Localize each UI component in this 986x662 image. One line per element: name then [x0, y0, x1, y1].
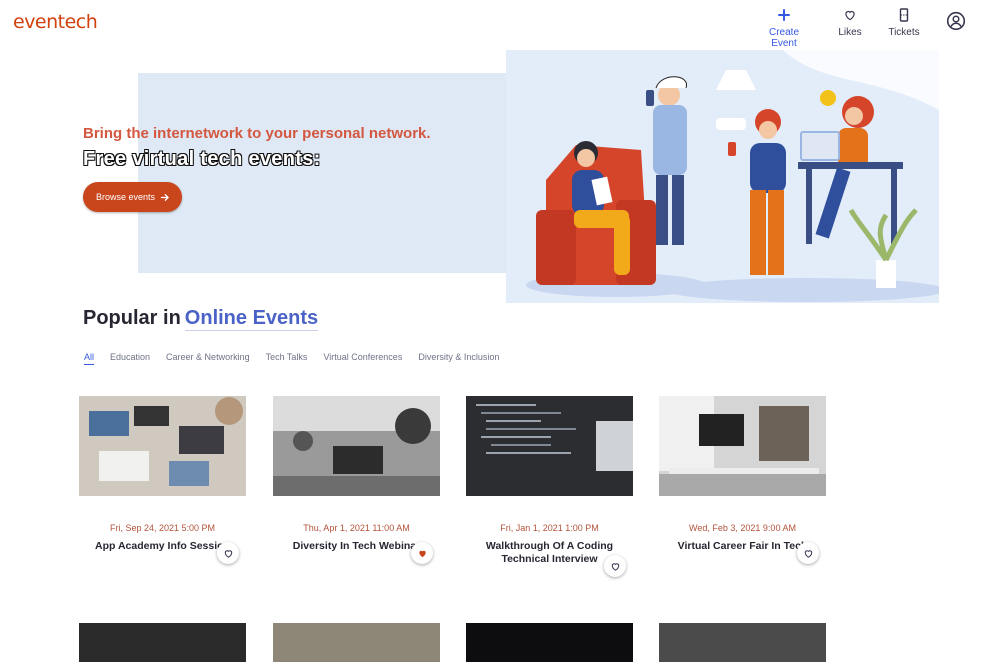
- people-collaborating-illustration: [526, 50, 939, 302]
- event-image-meeting: [273, 396, 440, 496]
- tab-diversity-inclusion[interactable]: Diversity & Inclusion: [418, 352, 499, 365]
- event-card[interactable]: Fri, Jan 1, 2021 1:00 PM Walkthrough Of …: [466, 396, 633, 577]
- event-card-image-partial[interactable]: [466, 623, 633, 662]
- event-card[interactable]: Fri, Sep 24, 2021 5:00 PM App Academy In…: [79, 396, 246, 564]
- event-image-people-with-laptops: [79, 396, 246, 496]
- event-date: Thu, Apr 1, 2021 11:00 AM: [303, 523, 410, 533]
- hero-background: [138, 73, 508, 273]
- location-selector[interactable]: Online Events: [184, 307, 319, 331]
- create-event-link[interactable]: Create Event: [755, 8, 813, 49]
- heart-filled-icon: [418, 550, 426, 557]
- hero-illustration: [506, 50, 939, 303]
- event-image-code-screen: [466, 396, 633, 496]
- popular-prefix: Popular in: [83, 307, 181, 329]
- photo-placeholder: [466, 396, 633, 496]
- browse-events-button[interactable]: Browse events: [83, 182, 182, 212]
- tab-education[interactable]: Education: [110, 352, 150, 365]
- favorite-button[interactable]: [797, 542, 819, 564]
- event-image-desk-setup: [659, 396, 826, 496]
- browse-events-label: Browse events: [95, 192, 156, 202]
- photo-placeholder: [273, 396, 440, 496]
- event-date: Wed, Feb 3, 2021 9:00 AM: [689, 523, 796, 533]
- tab-virtual-conferences[interactable]: Virtual Conferences: [323, 352, 402, 365]
- event-card-image-partial[interactable]: [273, 623, 440, 662]
- top-navigation-bar: eventech Create Event Likes Tickets: [0, 0, 986, 49]
- likes-link[interactable]: Likes: [834, 8, 866, 38]
- favorite-button[interactable]: [217, 542, 239, 564]
- photo-placeholder: [79, 396, 246, 496]
- hero-title: Free virtual tech events:: [83, 148, 321, 170]
- heart-icon: [611, 562, 619, 571]
- plus-icon: [778, 9, 790, 21]
- category-tabs: All Education Career & Networking Tech T…: [84, 352, 499, 365]
- tab-all[interactable]: All: [84, 352, 95, 365]
- popular-heading: Popular in Online Events: [83, 307, 319, 331]
- event-date: Fri, Jan 1, 2021 1:00 PM: [500, 523, 599, 533]
- tickets-link[interactable]: Tickets: [886, 8, 922, 38]
- hero-subtitle: Bring the internetwork to your personal …: [83, 125, 431, 142]
- create-event-label: Create Event: [768, 27, 799, 49]
- tickets-label: Tickets: [888, 27, 920, 38]
- likes-label: Likes: [838, 27, 862, 38]
- heart-icon: [804, 549, 812, 558]
- photo-placeholder: [659, 396, 826, 496]
- tab-tech-talks[interactable]: Tech Talks: [266, 352, 308, 365]
- favorite-button-liked[interactable]: [411, 542, 433, 564]
- event-card-image-partial[interactable]: [79, 623, 246, 662]
- heart-icon: [224, 549, 232, 558]
- event-card[interactable]: Thu, Apr 1, 2021 11:00 AM Diversity In T…: [273, 396, 440, 564]
- event-date: Fri, Sep 24, 2021 5:00 PM: [109, 523, 216, 533]
- heart-icon: [845, 10, 855, 21]
- user-circle-icon[interactable]: [946, 11, 966, 31]
- favorite-button[interactable]: [604, 555, 626, 577]
- event-card[interactable]: Wed, Feb 3, 2021 9:00 AM Virtual Career …: [659, 396, 826, 564]
- logo[interactable]: eventech: [13, 11, 98, 33]
- ticket-icon: [899, 8, 909, 22]
- event-card-image-partial[interactable]: [659, 623, 826, 662]
- arrow-right-icon: [160, 193, 170, 201]
- tab-career-networking[interactable]: Career & Networking: [166, 352, 250, 365]
